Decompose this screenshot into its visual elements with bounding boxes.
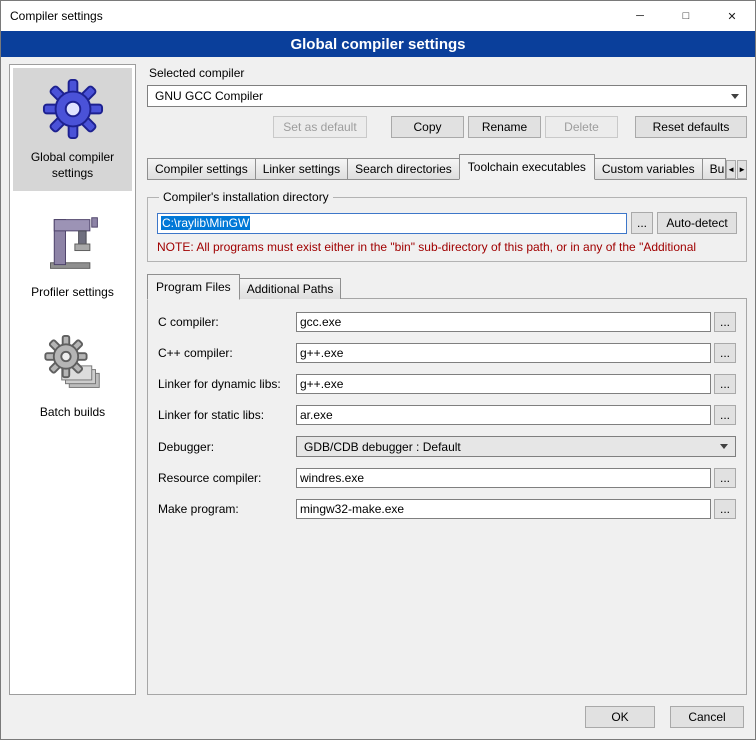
resource-compiler-input[interactable]: windres.exe: [296, 468, 711, 488]
program-files-panel: C compiler: gcc.exe ... C++ compiler: g+…: [147, 298, 747, 695]
sidebar-item-label: Batch builds: [40, 405, 105, 421]
tab-build-options[interactable]: Buil: [702, 158, 727, 179]
selected-compiler-combobox[interactable]: GNU GCC Compiler: [147, 85, 747, 107]
window-title: Compiler settings: [10, 9, 103, 23]
static-linker-value: ar.exe: [300, 408, 333, 422]
minimize-icon: ─: [636, 10, 644, 22]
field-row: C compiler: gcc.exe ...: [158, 312, 736, 332]
cpp-compiler-input[interactable]: g++.exe: [296, 343, 711, 363]
dialog-header: Global compiler settings: [1, 31, 755, 57]
autodetect-button[interactable]: Auto-detect: [657, 212, 737, 234]
c-compiler-browse-button[interactable]: ...: [714, 312, 736, 332]
close-icon: ✕: [727, 10, 736, 23]
compiler-settings-window: Compiler settings ─ □ ✕ Global compiler …: [0, 0, 756, 740]
ok-button[interactable]: OK: [585, 706, 655, 728]
titlebar: Compiler settings ─ □ ✕: [1, 1, 755, 31]
c-compiler-label: C compiler:: [158, 315, 296, 329]
reset-defaults-button[interactable]: Reset defaults: [635, 116, 747, 138]
cpp-compiler-browse-button[interactable]: ...: [714, 343, 736, 363]
install-dir-browse-button[interactable]: ...: [631, 212, 653, 234]
minimize-button[interactable]: ─: [617, 1, 663, 31]
tab-additional-paths[interactable]: Additional Paths: [239, 278, 342, 299]
static-linker-input[interactable]: ar.exe: [296, 405, 711, 425]
field-row: Debugger: GDB/CDB debugger : Default: [158, 436, 736, 457]
dialog-footer: OK Cancel: [1, 695, 755, 739]
sidebar-item-label: Global compiler settings: [15, 150, 130, 181]
install-dir-row: C:\raylib\MinGW ... Auto-detect: [157, 212, 737, 234]
dynamic-linker-browse-button[interactable]: ...: [714, 374, 736, 394]
main-panel: Selected compiler GNU GCC Compiler Set a…: [147, 64, 747, 695]
make-program-label: Make program:: [158, 502, 296, 516]
tab-custom-variables[interactable]: Custom variables: [594, 158, 703, 179]
dialog-content: Global compiler settings Profiler settin…: [1, 57, 755, 695]
c-compiler-input[interactable]: gcc.exe: [296, 312, 711, 332]
sidebar-item-batch-builds[interactable]: Batch builds: [13, 323, 132, 431]
tab-compiler-settings[interactable]: Compiler settings: [147, 158, 256, 179]
resource-compiler-value: windres.exe: [300, 471, 364, 485]
sidebar-item-label: Profiler settings: [31, 285, 114, 301]
gray-gear-stack-icon: [40, 331, 106, 397]
sidebar: Global compiler settings Profiler settin…: [9, 64, 136, 695]
install-note: NOTE: All programs must exist either in …: [157, 240, 737, 254]
blue-gear-icon: [40, 76, 106, 142]
programs-tabstrip: Program Files Additional Paths: [147, 274, 747, 299]
cpp-compiler-value: g++.exe: [300, 346, 343, 360]
delete-button[interactable]: Delete: [545, 116, 618, 138]
make-program-input[interactable]: mingw32-make.exe: [296, 499, 711, 519]
sidebar-item-global-compiler-settings[interactable]: Global compiler settings: [13, 68, 132, 191]
resource-compiler-label: Resource compiler:: [158, 471, 296, 485]
debugger-label: Debugger:: [158, 440, 296, 454]
install-dir-group-title: Compiler's installation directory: [159, 190, 333, 204]
static-linker-browse-button[interactable]: ...: [714, 405, 736, 425]
field-row: Resource compiler: windres.exe ...: [158, 468, 736, 488]
static-linker-label: Linker for static libs:: [158, 408, 296, 422]
copy-button[interactable]: Copy: [391, 116, 464, 138]
install-dir-input[interactable]: C:\raylib\MinGW: [157, 213, 627, 234]
tab-search-directories[interactable]: Search directories: [347, 158, 460, 179]
close-button[interactable]: ✕: [709, 1, 755, 31]
selected-compiler-label: Selected compiler: [149, 66, 747, 80]
c-compiler-value: gcc.exe: [300, 315, 341, 329]
debugger-combobox[interactable]: GDB/CDB debugger : Default: [296, 436, 736, 457]
settings-tabstrip: Compiler settings Linker settings Search…: [147, 154, 747, 180]
rename-button[interactable]: Rename: [468, 116, 541, 138]
toolchain-executables-page: Compiler's installation directory C:\ray…: [147, 180, 747, 695]
compiler-actions: Set as default Copy Rename Delete Reset …: [147, 116, 747, 138]
tab-toolchain-executables[interactable]: Toolchain executables: [459, 154, 595, 180]
resource-compiler-browse-button[interactable]: ...: [714, 468, 736, 488]
maximize-icon: □: [683, 10, 690, 22]
cpp-compiler-label: C++ compiler:: [158, 346, 296, 360]
tab-program-files[interactable]: Program Files: [147, 274, 240, 300]
chevron-down-icon: [731, 94, 739, 99]
profiler-clamp-icon: [40, 211, 106, 277]
dynamic-linker-label: Linker for dynamic libs:: [158, 377, 296, 391]
window-controls: ─ □ ✕: [617, 1, 755, 31]
selected-compiler-value: GNU GCC Compiler: [155, 89, 263, 103]
cancel-button[interactable]: Cancel: [670, 706, 744, 728]
make-program-browse-button[interactable]: ...: [714, 499, 736, 519]
field-row: Linker for dynamic libs: g++.exe ...: [158, 374, 736, 394]
dynamic-linker-value: g++.exe: [300, 377, 343, 391]
tab-scroll-right-icon[interactable]: ►: [737, 160, 747, 179]
debugger-value: GDB/CDB debugger : Default: [304, 440, 461, 454]
maximize-button[interactable]: □: [663, 1, 709, 31]
field-row: Make program: mingw32-make.exe ...: [158, 499, 736, 519]
field-row: C++ compiler: g++.exe ...: [158, 343, 736, 363]
chevron-down-icon: [720, 444, 728, 449]
tab-linker-settings[interactable]: Linker settings: [255, 158, 348, 179]
field-row: Linker for static libs: ar.exe ...: [158, 405, 736, 425]
sidebar-item-profiler-settings[interactable]: Profiler settings: [13, 203, 132, 311]
set-as-default-button[interactable]: Set as default: [273, 116, 367, 138]
install-dir-value: C:\raylib\MinGW: [161, 216, 250, 230]
make-program-value: mingw32-make.exe: [300, 502, 404, 516]
install-dir-groupbox: Compiler's installation directory C:\ray…: [147, 190, 747, 262]
dynamic-linker-input[interactable]: g++.exe: [296, 374, 711, 394]
tab-scroll-left-icon[interactable]: ◄: [726, 160, 736, 179]
